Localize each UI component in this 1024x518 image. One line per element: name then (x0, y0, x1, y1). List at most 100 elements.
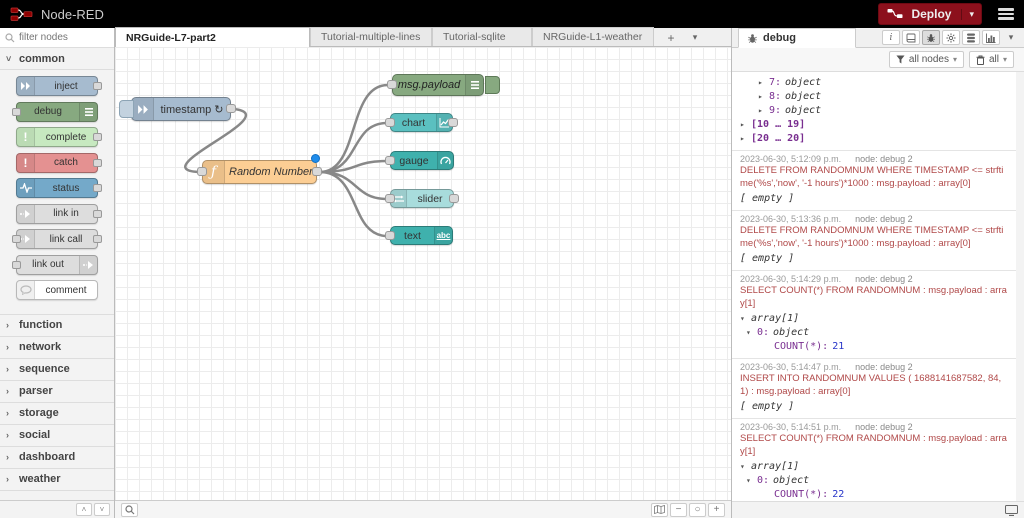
input-port[interactable] (385, 117, 395, 127)
palette-node-link-call[interactable]: link call (12, 229, 102, 249)
add-tab-button[interactable]: + (660, 29, 682, 46)
flow-node-gauge[interactable]: gauge (385, 151, 454, 170)
input-port[interactable] (12, 107, 21, 116)
debug-enable-toggle[interactable] (485, 76, 500, 94)
input-port[interactable] (197, 167, 207, 176)
input-port[interactable] (387, 80, 397, 89)
palette-category-function[interactable]: › function (0, 314, 114, 337)
tab-nrguide-l7-part2[interactable]: NRGuide-L7-part2 (115, 27, 310, 47)
flow-node-msg-payload[interactable]: msg.payload (387, 74, 500, 96)
palette-node-comment[interactable]: comment (16, 280, 98, 300)
flow-node-timestamp[interactable]: timestamp ↻ (119, 97, 236, 121)
flow-canvas[interactable]: timestamp ↻ ƒ Random Number msg.payload (115, 47, 731, 518)
palette-category-dashboard[interactable]: › dashboard (0, 446, 114, 469)
output-port[interactable] (93, 82, 102, 90)
palette-node-status[interactable]: status (16, 178, 102, 198)
input-port[interactable] (385, 155, 395, 165)
palette-node-catch[interactable]: ! catch (16, 152, 102, 173)
config-nodes-tab-button[interactable] (942, 30, 960, 45)
filter-nodes-button[interactable]: all nodes ▾ (888, 51, 964, 68)
palette-category-sequence[interactable]: › sequence (0, 358, 114, 381)
message-topic: DELETE FROM RANDOMNUM WHERE TIMESTAMP <=… (740, 225, 1004, 249)
info-tab-button[interactable]: i (882, 30, 900, 45)
output-port[interactable] (93, 133, 102, 141)
palette-category-storage[interactable]: › storage (0, 402, 114, 425)
bug-icon (748, 33, 757, 43)
debug-lines-icon (79, 102, 97, 121)
input-port[interactable] (12, 235, 21, 243)
palette-category-social[interactable]: › social (0, 424, 114, 447)
message-node[interactable]: node: debug 2 (855, 214, 913, 224)
output-port[interactable] (448, 117, 458, 127)
flow-node-slider[interactable]: slider (385, 189, 459, 208)
array-range[interactable]: [10 … 19] (751, 118, 805, 132)
input-port[interactable] (385, 193, 395, 203)
input-port[interactable] (385, 230, 395, 240)
message-node[interactable]: node: debug 2 (855, 274, 913, 284)
deploy-caret-icon[interactable]: ▾ (961, 8, 981, 20)
message-node[interactable]: node: debug 2 (855, 422, 913, 432)
deploy-label: Deploy (911, 7, 952, 21)
expand-all-button[interactable]: ˅ (94, 503, 110, 516)
open-window-icon[interactable] (1005, 504, 1018, 516)
deploy-button[interactable]: Deploy ▾ (878, 3, 982, 25)
palette-filter-input[interactable] (19, 32, 99, 43)
palette-node-link-out[interactable]: link out (12, 254, 98, 275)
palette-category-network[interactable]: › network (0, 336, 114, 359)
expand-caret-icon[interactable]: ▸ (740, 118, 747, 132)
output-port[interactable] (93, 184, 102, 192)
array-range[interactable]: [20 … 20] (751, 132, 805, 146)
sidebar-caret-icon[interactable]: ▾ (1002, 30, 1020, 45)
message-node[interactable]: node: debug 2 (855, 362, 913, 372)
tab-tutorial-sqlite[interactable]: Tutorial-sqlite (432, 27, 532, 46)
output-port[interactable] (312, 167, 322, 176)
collapse-caret-icon[interactable]: ▾ (740, 312, 747, 326)
palette-category-weather[interactable]: › weather (0, 468, 114, 491)
inject-button[interactable] (119, 100, 134, 118)
debug-message-list[interactable]: ▸ 7: object ▸ 8: object ▸ 9: object ▸ [10 … 19]… (732, 72, 1024, 501)
debug-tab-button[interactable] (922, 30, 940, 45)
message-node[interactable]: node: debug 2 (855, 154, 913, 164)
palette-node-link-in[interactable]: link in (16, 203, 102, 224)
tab-debug[interactable]: debug (738, 28, 856, 48)
tab-list-caret-icon[interactable]: ▾ (684, 29, 706, 46)
menu-icon[interactable] (996, 4, 1016, 24)
flow-node-chart[interactable]: chart (385, 113, 458, 132)
context-data-tab-button[interactable] (962, 30, 980, 45)
collapse-all-button[interactable]: ˄ (76, 503, 92, 516)
collapse-caret-icon[interactable]: ▾ (746, 326, 753, 340)
tab-nrguide-l1-weather[interactable]: NRGuide-L1-weather (532, 27, 654, 46)
expand-caret-icon[interactable]: ▸ (758, 104, 765, 118)
output-port[interactable] (93, 158, 102, 167)
zoom-out-button[interactable]: − (670, 502, 687, 517)
palette-node-complete[interactable]: ! complete (16, 127, 102, 147)
navigator-button[interactable] (651, 502, 668, 517)
palette-category-common[interactable]: ˅ common (0, 48, 114, 70)
collapse-caret-icon[interactable]: ▾ (746, 474, 753, 488)
flow-node-text[interactable]: text abc (385, 226, 453, 245)
collapse-caret-icon[interactable]: ▾ (740, 460, 747, 474)
expand-caret-icon[interactable]: ▸ (758, 76, 765, 90)
category-label: storage (19, 407, 59, 419)
canvas-search-button[interactable] (121, 502, 138, 517)
palette-category-parser[interactable]: › parser (0, 380, 114, 403)
expand-caret-icon[interactable]: ▸ (758, 90, 765, 104)
node-label: link call (49, 233, 83, 245)
tab-tutorial-multiple-lines[interactable]: Tutorial-multiple-lines (310, 27, 432, 46)
output-port[interactable] (93, 209, 102, 218)
help-tab-button[interactable] (902, 30, 920, 45)
node-red-app: Node-RED Deploy ▾ filter nodes ˅ common … (0, 0, 1024, 518)
dashboard-tab-button[interactable] (982, 30, 1000, 45)
output-port[interactable] (93, 235, 102, 243)
zoom-in-button[interactable]: + (708, 502, 725, 517)
output-port[interactable] (226, 104, 236, 113)
input-port[interactable] (12, 260, 21, 269)
message-timestamp: 2023-06-30, 5:14:51 p.m. (740, 422, 842, 432)
palette-node-inject[interactable]: inject (16, 76, 102, 96)
palette-node-debug[interactable]: debug (12, 101, 98, 122)
clear-messages-button[interactable]: all ▾ (968, 51, 1014, 68)
flow-node-random-number[interactable]: ƒ Random Number (197, 160, 322, 184)
expand-caret-icon[interactable]: ▸ (740, 132, 747, 146)
output-port[interactable] (449, 193, 459, 203)
zoom-reset-button[interactable]: ○ (689, 502, 706, 517)
